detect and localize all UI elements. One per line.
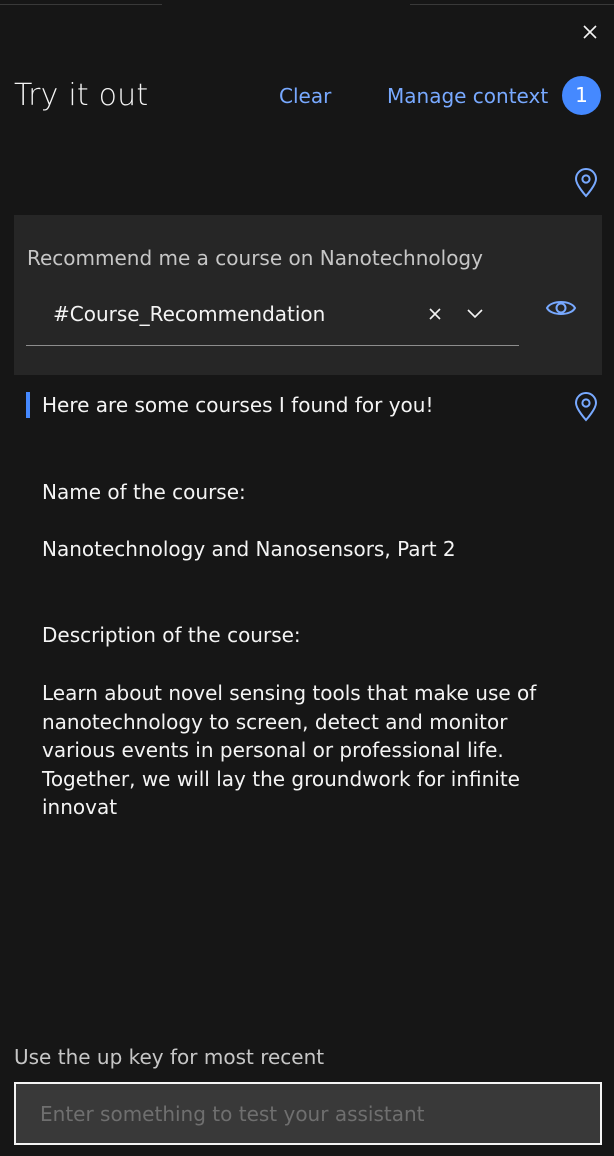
course-description-value: Learn about novel sensing tools that mak… [42,681,537,820]
manage-context-button[interactable]: Manage context [387,82,548,110]
clear-button[interactable]: Clear [279,82,331,110]
top-divider-left [0,4,162,5]
location-pin-icon[interactable] [573,392,599,422]
course-description-label: Description of the course: [42,623,301,647]
bot-response-indicator [26,392,30,418]
context-count-badge[interactable]: 1 [562,76,601,115]
chevron-down-icon [467,309,483,319]
input-hint: Use the up key for most recent [14,1045,325,1069]
panel-title: Try it out [14,78,149,113]
location-pin-icon[interactable] [573,168,599,198]
user-message-text: Recommend me a course on Nanotechnology [27,246,483,270]
close-icon [583,25,597,39]
view-details-button[interactable] [544,292,578,324]
intent-selected-value[interactable]: #Course_Recommendation [53,300,325,328]
top-divider-right [410,4,614,5]
clear-intent-button[interactable] [424,303,446,325]
close-panel-button[interactable] [578,20,602,44]
bot-response-greeting: Here are some courses I found for you! [42,393,434,417]
test-assistant-input[interactable] [14,1082,602,1145]
eye-icon [545,301,577,315]
course-name-value: Nanotechnology and Nanosensors, Part 2 [42,537,456,561]
course-name-label: Name of the course: [42,480,246,504]
try-it-out-panel: Try it out Clear Manage context 1 Recomm… [0,0,614,1156]
intent-dropdown-toggle[interactable] [464,303,486,325]
close-icon [429,308,441,320]
